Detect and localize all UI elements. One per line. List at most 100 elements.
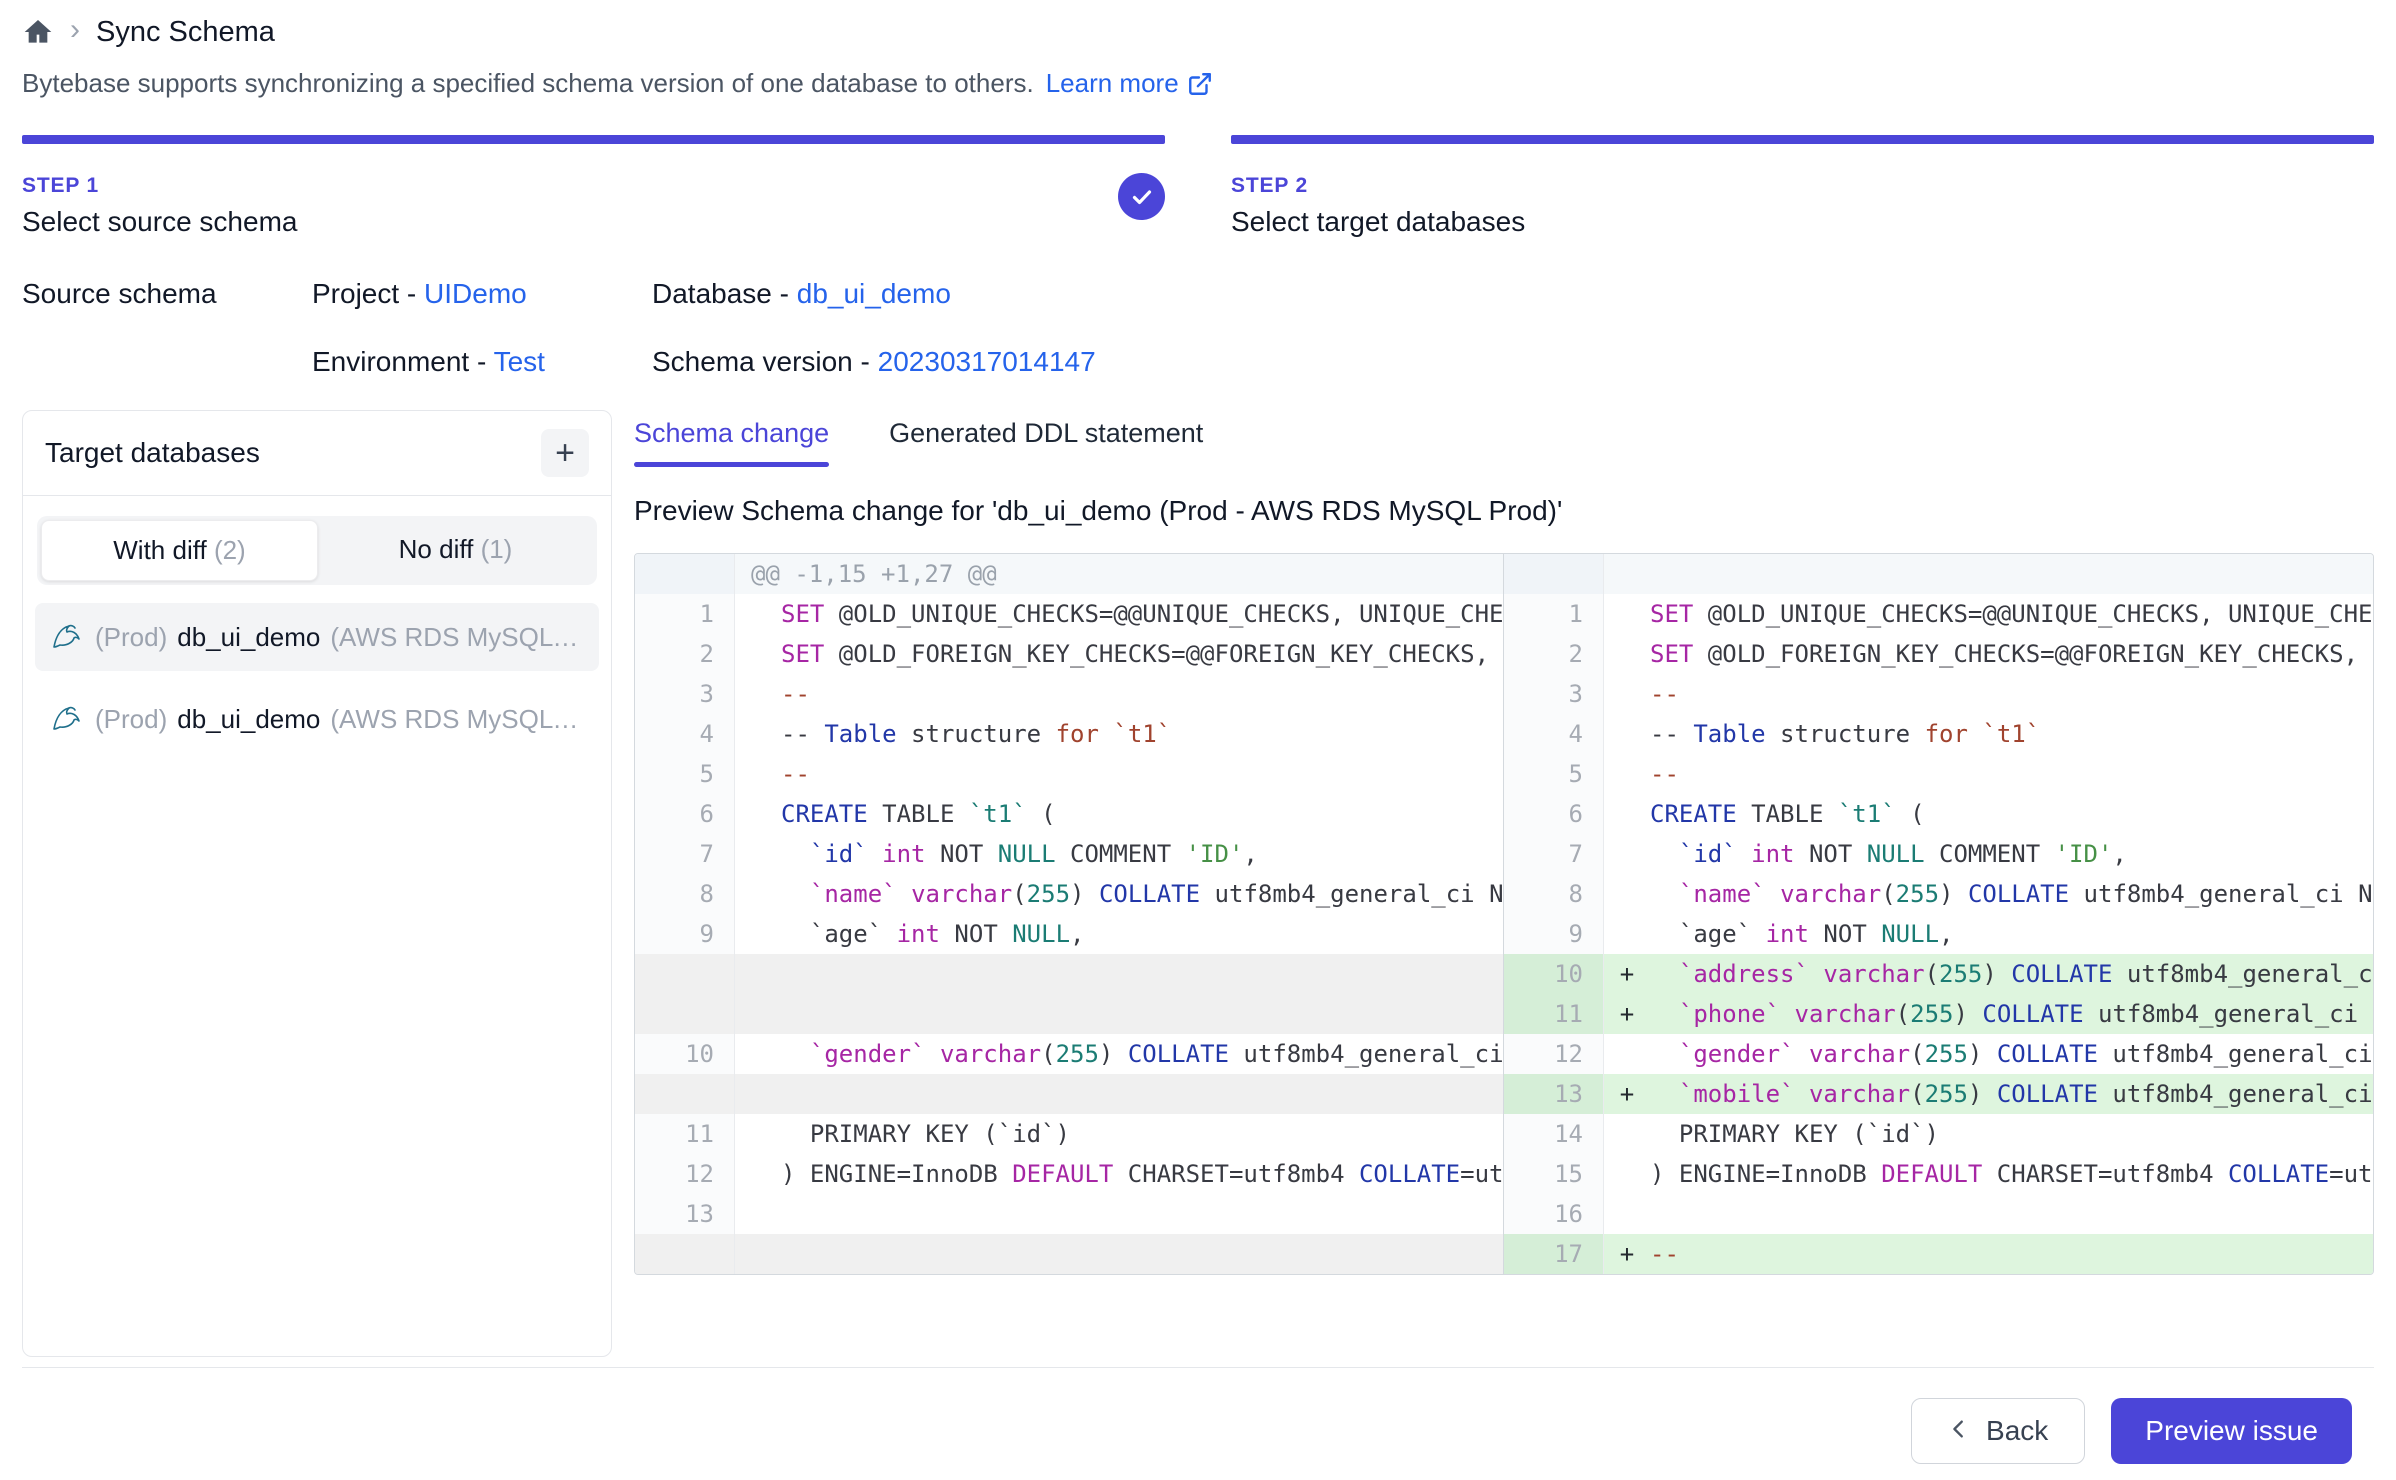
diff-row: 13+ `mobile` varchar(255) COLLATE utf8mb… [1504, 1074, 2373, 1114]
source-schema-fields: Project - UIDemo Database - db_ui_demo E… [312, 278, 1096, 378]
step-1: STEP 1 Select source schema [22, 135, 1165, 238]
diff-row: 6CREATE TABLE `t1` ( [1504, 794, 2373, 834]
no-diff-count: (1) [481, 534, 513, 564]
main-content: Target databases + With diff (2) No diff… [22, 410, 2374, 1357]
preview-issue-button[interactable]: Preview issue [2111, 1398, 2352, 1464]
preview-tabs: Schema change Generated DDL statement [634, 418, 2374, 467]
diff-row: 8 `name` varchar(255) COLLATE utf8mb4_ge… [1504, 874, 2373, 914]
db-environment: (Prod) [95, 704, 167, 735]
diff-row: 12) ENGINE=InnoDB DEFAULT CHARSET=utf8mb… [635, 1154, 1503, 1194]
db-name: db_ui_demo [177, 704, 320, 735]
diff-row: 10+ `address` varchar(255) COLLATE utf8m… [1504, 954, 2373, 994]
diff-row: 11 PRIMARY KEY (`id`) [635, 1114, 1503, 1154]
diff-row [635, 994, 1503, 1034]
page-title: Sync Schema [96, 16, 275, 49]
database-list-item[interactable]: (Prod) db_ui_demo (AWS RDS MySQL Prod) [35, 603, 599, 671]
diff-row [635, 954, 1503, 994]
target-databases-header: Target databases + [23, 411, 611, 496]
diff-row: 3-- [635, 674, 1503, 714]
step-1-label: STEP 1 [22, 174, 1165, 198]
description-text: Bytebase supports synchronizing a specif… [22, 68, 1034, 99]
diff-row: 13 [635, 1194, 1503, 1234]
step-2-bar [1231, 135, 2374, 144]
step-2: STEP 2 Select target databases [1231, 135, 2374, 238]
stepper: STEP 1 Select source schema STEP 2 Selec… [22, 135, 2374, 238]
chevron-left-icon [1948, 1415, 1970, 1447]
footer-actions: Back Preview issue [22, 1368, 2374, 1464]
diff-row [635, 1074, 1503, 1114]
sync-schema-page: › Sync Schema Bytebase supports synchron… [0, 0, 2396, 1464]
project-field: Project - UIDemo [312, 278, 652, 310]
add-database-button[interactable]: + [541, 429, 589, 477]
breadcrumb: › Sync Schema [22, 0, 2374, 48]
external-link-icon [1187, 71, 1213, 97]
project-link[interactable]: UIDemo [424, 278, 527, 309]
target-database-list: (Prod) db_ui_demo (AWS RDS MySQL Prod) (… [23, 585, 611, 785]
diff-row: 14 PRIMARY KEY (`id`) [1504, 1114, 2373, 1154]
diff-row: 7 `id` int NOT NULL COMMENT 'ID', [635, 834, 1503, 874]
diff-row: 10 `gender` varchar(255) COLLATE utf8mb4… [635, 1034, 1503, 1074]
db-environment: (Prod) [95, 622, 167, 653]
tab-generated-ddl[interactable]: Generated DDL statement [889, 418, 1203, 467]
diff-row [1504, 554, 2373, 594]
with-diff-count: (2) [214, 535, 246, 565]
db-name: db_ui_demo [177, 622, 320, 653]
plus-icon: + [555, 436, 575, 470]
diff-row: 9 `age` int NOT NULL, [635, 914, 1503, 954]
database-link[interactable]: db_ui_demo [797, 278, 951, 309]
diff-row: 1SET @OLD_UNIQUE_CHECKS=@@UNIQUE_CHECKS,… [1504, 594, 2373, 634]
environment-link[interactable]: Test [494, 346, 545, 377]
diff-row: 16 [1504, 1194, 2373, 1234]
step-2-label: STEP 2 [1231, 174, 2374, 198]
mysql-icon [49, 619, 85, 655]
page-description: Bytebase supports synchronizing a specif… [22, 68, 2374, 99]
diff-row: 11+ `phone` varchar(255) COLLATE utf8mb4… [1504, 994, 2373, 1034]
diff-row: 15) ENGINE=InnoDB DEFAULT CHARSET=utf8mb… [1504, 1154, 2373, 1194]
diff-pane-old: @@ -1,15 +1,27 @@1SET @OLD_UNIQUE_CHECKS… [635, 554, 1504, 1274]
back-button[interactable]: Back [1911, 1398, 2085, 1464]
diff-row: 4-- Table structure for `t1` [1504, 714, 2373, 754]
step-complete-check-icon [1118, 173, 1165, 220]
diff-row: 3-- [1504, 674, 2373, 714]
diff-row: 17+-- [1504, 1234, 2373, 1274]
diff-filter-tabs: With diff (2) No diff (1) [37, 516, 597, 585]
home-icon[interactable] [22, 16, 54, 48]
diff-row: 6CREATE TABLE `t1` ( [635, 794, 1503, 834]
step-2-title: Select target databases [1231, 206, 2374, 238]
schema-version-field: Schema version - 20230317014147 [652, 346, 1096, 378]
preview-title: Preview Schema change for 'db_ui_demo (P… [634, 495, 2374, 527]
diff-row: 5-- [1504, 754, 2373, 794]
learn-more-link[interactable]: Learn more [1046, 68, 1213, 99]
diff-row: 12 `gender` varchar(255) COLLATE utf8mb4… [1504, 1034, 2373, 1074]
schema-version-link[interactable]: 20230317014147 [878, 346, 1096, 377]
diff-row: 5-- [635, 754, 1503, 794]
target-databases-panel: Target databases + With diff (2) No diff… [22, 410, 612, 1357]
target-databases-title: Target databases [45, 437, 260, 469]
step-1-title: Select source schema [22, 206, 1165, 238]
diff-row [635, 1234, 1503, 1274]
chevron-right-icon: › [70, 15, 80, 45]
diff-pane-new: 1SET @OLD_UNIQUE_CHECKS=@@UNIQUE_CHECKS,… [1504, 554, 2373, 1274]
diff-row: 8 `name` varchar(255) COLLATE utf8mb4_ge… [635, 874, 1503, 914]
environment-field: Environment - Test [312, 346, 652, 378]
tab-no-diff[interactable]: No diff (1) [318, 520, 593, 581]
diff-row: 2SET @OLD_FOREIGN_KEY_CHECKS=@@FOREIGN_K… [1504, 634, 2373, 674]
diff-row: 9 `age` int NOT NULL, [1504, 914, 2373, 954]
diff-row: 4-- Table structure for `t1` [635, 714, 1503, 754]
database-field: Database - db_ui_demo [652, 278, 1096, 310]
diff-row: @@ -1,15 +1,27 @@ [635, 554, 1503, 594]
source-schema-summary: Source schema Project - UIDemo Database … [22, 278, 2374, 378]
db-instance: (AWS RDS MySQL Prod) [330, 704, 585, 735]
step-1-bar [22, 135, 1165, 144]
tab-schema-change[interactable]: Schema change [634, 418, 829, 467]
tab-with-diff[interactable]: With diff (2) [41, 520, 318, 581]
diff-row: 2SET @OLD_FOREIGN_KEY_CHECKS=@@FOREIGN_K… [635, 634, 1503, 674]
diff-row: 1SET @OLD_UNIQUE_CHECKS=@@UNIQUE_CHECKS,… [635, 594, 1503, 634]
source-schema-label: Source schema [22, 278, 312, 378]
diff-row: 7 `id` int NOT NULL COMMENT 'ID', [1504, 834, 2373, 874]
schema-preview-panel: Schema change Generated DDL statement Pr… [634, 410, 2374, 1357]
db-instance: (AWS RDS MySQL Prod) [330, 622, 585, 653]
mysql-icon [49, 701, 85, 737]
schema-diff-viewer[interactable]: @@ -1,15 +1,27 @@1SET @OLD_UNIQUE_CHECKS… [634, 553, 2374, 1275]
database-list-item[interactable]: (Prod) db_ui_demo (AWS RDS MySQL Prod) [35, 685, 599, 753]
